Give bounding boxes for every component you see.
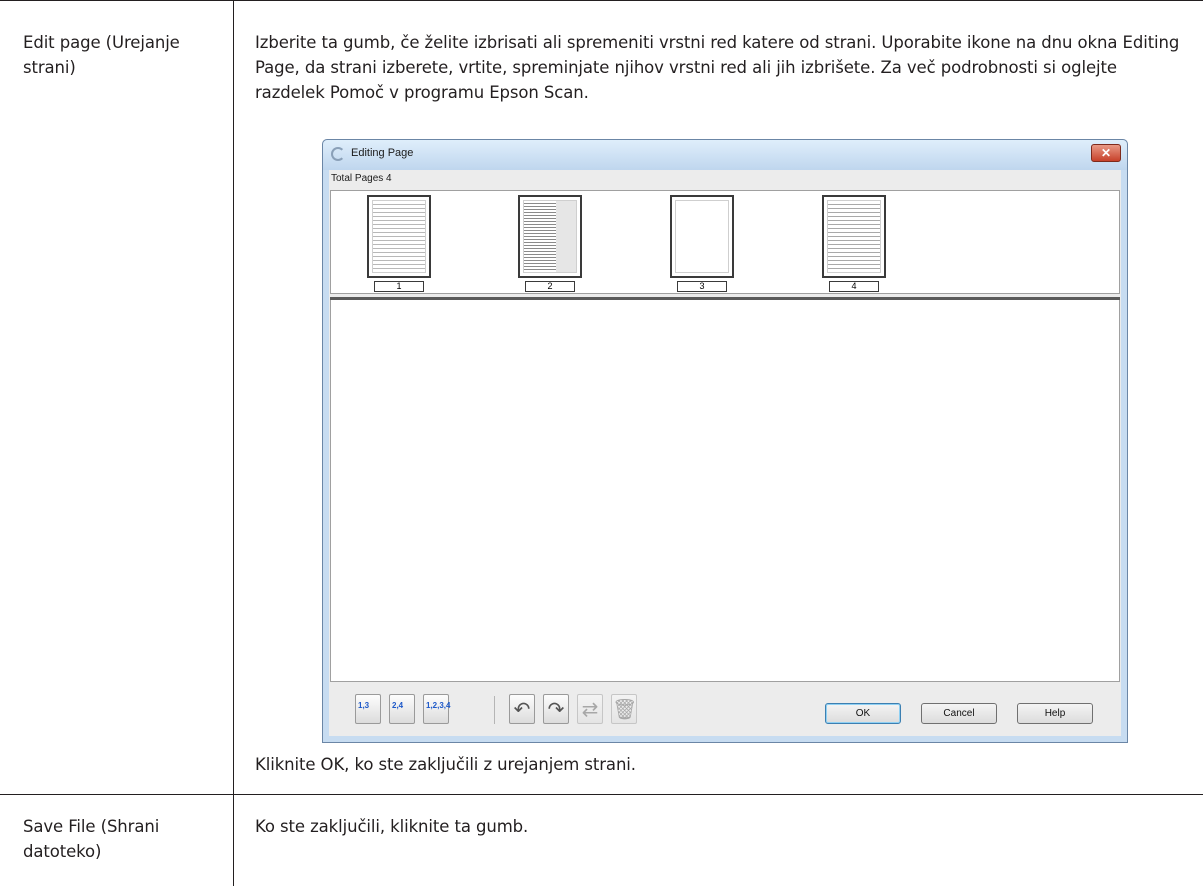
rotate-right-glyph: ↷ bbox=[547, 699, 565, 721]
note-edit-page: Kliknite OK, ko ste zaključili z urejanj… bbox=[255, 755, 636, 774]
delete-page-icon[interactable]: 🗑 bbox=[611, 694, 637, 724]
page-number-label: 2 bbox=[525, 281, 575, 292]
rotate-left-icon[interactable]: ↶ bbox=[509, 694, 535, 724]
page-preview-image bbox=[675, 200, 729, 273]
ok-button[interactable]: OK bbox=[825, 703, 901, 724]
table-row-divider bbox=[0, 794, 1203, 795]
move-page-icon[interactable]: ⇄ bbox=[577, 694, 603, 724]
trash-glyph: 🗑 bbox=[612, 699, 638, 721]
select-all-pages-icon[interactable]: 1,2,3,4 bbox=[423, 694, 451, 724]
cancel-button[interactable]: Cancel bbox=[921, 703, 997, 724]
thumbnail-strip: 1 2 3 4 bbox=[330, 190, 1120, 294]
page-preview-image bbox=[523, 200, 577, 273]
icon-label: 2,4 bbox=[392, 701, 404, 710]
dialog-title: Editing Page bbox=[351, 147, 414, 159]
app-icon bbox=[331, 147, 345, 161]
page-thumbnail[interactable]: 2 bbox=[518, 195, 582, 292]
thumbnail-frame bbox=[670, 195, 734, 278]
editing-page-dialog-screenshot: Editing Page ✕ Total Pages 4 1 2 3 4 1,3… bbox=[322, 139, 1128, 743]
table-top-rule bbox=[0, 0, 1203, 1]
page-number-label: 3 bbox=[677, 281, 727, 292]
rotate-right-icon[interactable]: ↷ bbox=[543, 694, 569, 724]
term-edit-page: Edit page (Urejanje strani) bbox=[23, 33, 180, 77]
description-edit-page: Izberite ta gumb, če želite izbrisati al… bbox=[255, 33, 1180, 102]
toolbar-separator bbox=[494, 696, 495, 724]
icon-label: 1,3 bbox=[358, 701, 370, 710]
rotate-left-glyph: ↶ bbox=[513, 699, 531, 721]
page-preview-area bbox=[330, 300, 1120, 682]
thumbnail-frame bbox=[822, 195, 886, 278]
page-thumbnail[interactable]: 1 bbox=[367, 195, 431, 292]
thumbnail-frame bbox=[518, 195, 582, 278]
page-number-label: 4 bbox=[829, 281, 879, 292]
total-pages-label: Total Pages 4 bbox=[331, 173, 392, 184]
page-thumbnail[interactable]: 3 bbox=[670, 195, 734, 292]
document-table: Edit page (Urejanje strani) Izberite ta … bbox=[0, 0, 1204, 886]
dialog-toolbar: 1,3 2,4 1,2,3,4 ↶ ↷ ⇄ 🗑 OK Cancel Help bbox=[329, 690, 1121, 730]
page-preview-image bbox=[372, 200, 426, 273]
page-number-label: 1 bbox=[374, 281, 424, 292]
dialog-client-area: Total Pages 4 1 2 3 4 1,3 2,4 1,2,3,4 ↶ … bbox=[329, 170, 1121, 736]
thumbnail-frame bbox=[367, 195, 431, 278]
term-save-file: Save File (Shrani datoteko) bbox=[23, 817, 160, 861]
select-even-pages-icon[interactable]: 2,4 bbox=[389, 694, 415, 724]
page-preview-image bbox=[827, 200, 881, 273]
page-thumbnail[interactable]: 4 bbox=[822, 195, 886, 292]
move-page-glyph: ⇄ bbox=[581, 699, 599, 721]
dialog-titlebar: Editing Page ✕ bbox=[323, 140, 1127, 170]
icon-label: 1,2,3,4 bbox=[426, 701, 451, 710]
description-save-file: Ko ste zaključili, kliknite ta gumb. bbox=[255, 817, 529, 836]
table-column-divider bbox=[233, 0, 234, 886]
help-button[interactable]: Help bbox=[1017, 703, 1093, 724]
close-button[interactable]: ✕ bbox=[1091, 144, 1121, 162]
select-odd-pages-icon[interactable]: 1,3 bbox=[355, 694, 381, 724]
